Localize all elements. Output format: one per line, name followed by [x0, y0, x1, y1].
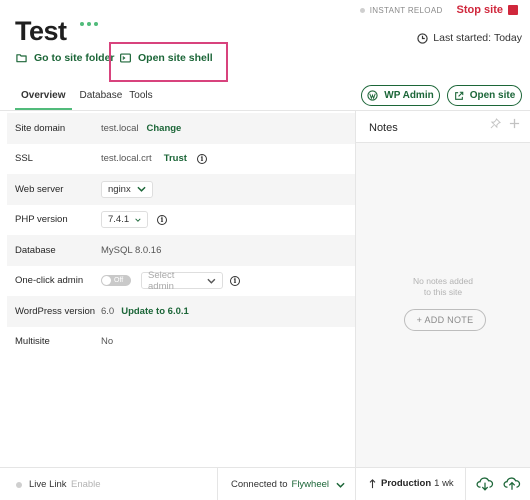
wp-admin-label: WP Admin — [384, 90, 434, 101]
last-started: Last started: Today — [417, 32, 522, 44]
tab-overview[interactable]: Overview — [15, 90, 73, 110]
last-started-value: Today — [493, 32, 522, 44]
footer-bar: Live Link Enable Connected to Flywheel P… — [0, 467, 530, 500]
stop-icon[interactable] — [508, 5, 518, 15]
chevron-down-icon — [137, 186, 146, 193]
info-icon[interactable]: i — [196, 153, 207, 164]
wordpress-icon — [367, 90, 378, 101]
row-site-domain: Site domain test.local Change — [7, 113, 355, 144]
row-database: Database MySQL 8.0.16 — [7, 235, 355, 266]
notes-empty-message: No notes added to this site — [356, 276, 530, 298]
notes-empty-line-2: to this site — [423, 287, 463, 297]
php-version-select[interactable]: 7.4.1 — [101, 211, 148, 229]
last-started-label: Last started: — [433, 32, 492, 44]
live-link-label: Live Link — [29, 479, 67, 490]
multisite-value: No — [101, 336, 114, 348]
add-icon[interactable] — [509, 118, 520, 129]
update-wordpress-button[interactable]: Update to 6.0.1 — [121, 306, 189, 317]
provider-name: Flywheel — [291, 479, 330, 490]
clock-icon — [417, 32, 428, 44]
environment-status[interactable]: Production 1 wk — [369, 478, 454, 489]
change-domain-button[interactable]: Change — [147, 123, 182, 134]
tab-tools[interactable]: Tools — [129, 90, 152, 110]
web-server-select[interactable]: nginx — [101, 180, 153, 198]
site-controls: INSTANT RELOAD Stop site — [359, 4, 518, 16]
terminal-icon — [120, 53, 131, 63]
row-php-version: PHP version 7.4.1 i — [7, 205, 355, 236]
trust-ssl-button[interactable]: Trust — [164, 153, 187, 164]
php-version-value: 7.4.1 — [108, 214, 130, 226]
chevron-down-icon — [207, 278, 216, 284]
chevron-down-icon — [135, 218, 141, 222]
more-options-icon[interactable] — [80, 22, 98, 26]
ssl-label: SSL — [15, 153, 33, 165]
notes-empty-line-1: No notes added — [412, 276, 474, 286]
connected-to-label: Connected to — [231, 479, 288, 490]
chevron-down-icon — [336, 482, 345, 488]
row-one-click-admin: One-click admin Off Select admin i — [7, 266, 355, 297]
open-site-label: Open site — [469, 90, 516, 101]
row-multisite: Multisite No — [7, 327, 355, 358]
wordpress-version-value: 6.0 — [101, 305, 115, 317]
instant-reload-indicator-icon — [359, 7, 365, 13]
wordpress-version-label: WordPress version — [15, 305, 96, 317]
tabs-divider — [0, 110, 530, 111]
open-site-shell-link[interactable]: Open site shell — [120, 52, 213, 64]
environment-name: Production — [381, 478, 432, 489]
footer-divider — [217, 468, 218, 500]
folder-icon — [16, 54, 27, 63]
external-link-icon — [454, 91, 463, 100]
footer-divider — [355, 468, 356, 500]
connection-selector[interactable]: Connected to Flywheel — [231, 479, 345, 490]
live-link-enable-button[interactable]: Enable — [71, 479, 101, 490]
instant-reload-label[interactable]: INSTANT RELOAD — [370, 6, 443, 15]
open-site-button[interactable]: Open site — [447, 85, 522, 106]
add-note-button[interactable]: + ADD NOTE — [404, 309, 486, 331]
footer-divider — [465, 468, 466, 500]
ssl-value: test.local.crt — [101, 153, 152, 165]
cloud-download-icon[interactable] — [476, 476, 494, 491]
web-server-value: nginx — [108, 183, 131, 195]
open-site-shell-label: Open site shell — [138, 52, 213, 64]
tab-bar: Overview Database Tools — [15, 90, 160, 110]
environment-age: 1 wk — [434, 478, 454, 489]
web-server-label: Web server — [15, 183, 64, 195]
info-icon[interactable]: i — [230, 275, 240, 286]
one-click-admin-toggle[interactable]: Off — [101, 275, 131, 287]
notes-header: Notes — [356, 113, 530, 143]
site-title: Test — [15, 16, 67, 46]
php-version-label: PHP version — [15, 214, 68, 226]
go-to-site-folder-label: Go to site folder — [34, 52, 115, 64]
select-admin-dropdown[interactable]: Select admin — [141, 269, 223, 292]
multisite-label: Multisite — [15, 336, 50, 348]
wp-admin-button[interactable]: WP Admin — [361, 85, 440, 106]
select-admin-placeholder: Select admin — [148, 269, 175, 292]
pin-icon[interactable] — [490, 118, 501, 129]
notes-title: Notes — [369, 121, 398, 134]
stop-site-button[interactable]: Stop site — [457, 4, 503, 16]
row-wordpress-version: WordPress version 6.0 Update to 6.0.1 — [7, 296, 355, 327]
live-link-status-icon — [16, 482, 22, 488]
row-ssl: SSL test.local.crt Trust i — [7, 144, 355, 175]
tab-database[interactable]: Database — [79, 90, 122, 110]
info-icon[interactable]: i — [157, 214, 167, 225]
row-web-server: Web server nginx — [7, 174, 355, 205]
database-label: Database — [15, 244, 56, 256]
arrow-up-icon — [369, 478, 376, 488]
overview-panel: Site domain test.local Change SSL test.l… — [7, 113, 355, 357]
site-domain-value: test.local — [101, 122, 139, 134]
notes-body: No notes added to this site + ADD NOTE — [356, 143, 530, 467]
site-domain-label: Site domain — [15, 122, 66, 134]
toggle-state-label: Off — [114, 277, 124, 285]
one-click-admin-label: One-click admin — [15, 275, 84, 287]
database-value: MySQL 8.0.16 — [101, 244, 162, 256]
cloud-upload-icon[interactable] — [503, 476, 521, 491]
go-to-site-folder-link[interactable]: Go to site folder — [16, 52, 115, 64]
